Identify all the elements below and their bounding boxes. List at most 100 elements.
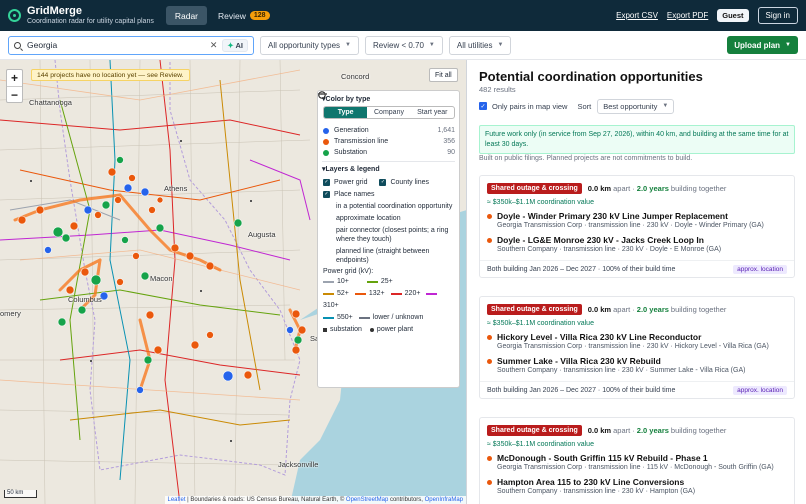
app-subtitle: Coordination radar for utility capital p… (27, 18, 154, 25)
tab-review[interactable]: Review 128 (209, 6, 279, 25)
transmission-dot (487, 213, 492, 219)
map-legend: ▾Color by type Type Company Start year G… (317, 90, 460, 388)
distance: 0.0 km (587, 305, 612, 314)
project-item[interactable]: Hickory Level - Villa Rica 230 kV Line R… (487, 332, 787, 351)
kv-legend: 52+ 132+ 220+ 310+ (323, 288, 455, 312)
layer-toggles: ✓ Power grid ✓ County lines (323, 176, 455, 188)
city-label: Augusta (248, 230, 276, 239)
layers-heading[interactable]: ▾Layers & legend (322, 165, 455, 173)
coordination-value: ≈ $350k–$1.1M coordination value (487, 441, 594, 448)
openinframap-link[interactable]: OpenInfraMap (425, 497, 463, 503)
kv-swatch (354, 293, 366, 295)
city-label: omery (0, 309, 21, 318)
symbol-legend: substation power plant (323, 324, 455, 336)
project-item[interactable]: Hampton Area 115 to 230 kV Line Conversi… (487, 477, 787, 496)
disclaimer: Built on public filings. Planned project… (479, 155, 693, 162)
chevron-down-icon: ▼ (345, 42, 351, 48)
project-meta: Southern Company · transmission line · 2… (497, 246, 722, 253)
approx-location-badge: approx. location (733, 264, 787, 274)
sort-select[interactable]: Best opportunity ▼ (597, 98, 675, 114)
ai-button[interactable]: ✦ AI (222, 38, 248, 52)
overlap-years: 2.0 years (636, 305, 669, 314)
sign-in-button[interactable]: Sign in (757, 7, 798, 24)
substation-square-icon (323, 328, 327, 332)
upload-plan-button[interactable]: Upload plan ▼ (727, 36, 798, 54)
panel-options: ✓ Only pairs in map view Sort Best oppor… (479, 98, 799, 114)
city-label: Concord (341, 72, 370, 81)
transmission-dot (323, 138, 329, 145)
chevron-down-icon: ▼ (662, 103, 669, 109)
power-grid-checkbox[interactable]: ✓ (323, 178, 330, 186)
city-label: Athens (164, 184, 188, 193)
legend-transmission: Transmission line 356 (323, 136, 455, 147)
color-by-start-year[interactable]: Start year (411, 107, 454, 118)
opportunity-card[interactable]: Shared outage & crossing 0.0 km apart · 2.0… (479, 417, 795, 504)
project-meta: Georgia Transmission Corp · transmission… (497, 343, 769, 350)
transmission-dot (487, 334, 492, 340)
opportunity-tag: Shared outage & crossing (487, 183, 582, 194)
transmission-dot (487, 237, 492, 243)
no-location-notice[interactable]: 144 projects have no location yet — see … (31, 69, 190, 81)
clear-icon[interactable]: ✕ (210, 40, 218, 51)
substation-dot (323, 149, 329, 156)
project-item[interactable]: Doyle - Winder Primary 230 kV Line Jumpe… (487, 211, 787, 230)
map-view[interactable]: + − 144 projects have no location yet — … (0, 60, 467, 504)
utility-select[interactable]: All utilities ▼ (448, 35, 512, 55)
transmission-dot (487, 479, 492, 485)
project-title: Hampton Area 115 to 230 kV Line Conversi… (497, 477, 685, 487)
power-grid-label: Power grid (334, 178, 368, 186)
kv-swatch (366, 281, 378, 283)
project-item[interactable]: McDonough - South Griffin 115 kV Rebuild… (487, 453, 787, 472)
review-filter-value: Review < 0.70 (373, 40, 424, 50)
color-by-type[interactable]: Type (324, 107, 368, 118)
zoom-out-button[interactable]: − (7, 86, 22, 102)
chevron-down-icon: ▼ (428, 42, 435, 48)
city-label: Chattanooga (29, 98, 72, 107)
opportunity-card[interactable]: Shared outage & crossing 0.0 km apart · 2.0… (479, 296, 795, 399)
generation-dot (323, 127, 329, 134)
app-title: GridMerge (27, 5, 83, 17)
logo-icon (8, 9, 21, 22)
opportunity-tag: Shared outage & crossing (487, 425, 582, 436)
results-count: 482 results (479, 85, 516, 94)
kv-swatch (358, 317, 370, 319)
leaflet-link[interactable]: Leaflet (168, 497, 186, 503)
guest-badge: Guest (717, 9, 749, 22)
project-meta: Southern Company · transmission line · 2… (497, 367, 746, 374)
coordination-value: ≈ $350k–$1.1M coordination value (487, 320, 594, 327)
panel-title: Potential coordination opportunities (479, 69, 703, 84)
project-item[interactable]: Doyle - LG&E Monroe 230 kV - Jacks Creek… (487, 235, 787, 254)
transmission-dot (487, 358, 492, 364)
opportunity-card[interactable]: Shared outage & crossing 0.0 km apart · 2.0… (479, 175, 795, 278)
project-item[interactable]: Summer Lake - Villa Rica 230 kV Rebuild S… (487, 356, 787, 375)
approx-location-badge: approx. location (733, 385, 787, 395)
kv-swatch (323, 293, 334, 295)
city-label: Jacksonville (278, 460, 319, 469)
legend-generation: Generation 1,641 (323, 125, 455, 136)
chevron-down-icon: ▼ (497, 42, 504, 48)
fit-all-button[interactable]: Fit all (429, 68, 458, 82)
color-by-company[interactable]: Company (367, 107, 410, 118)
color-by-heading[interactable]: ▾Color by type (322, 95, 455, 103)
opportunity-type-select[interactable]: All opportunity types ▼ (260, 35, 359, 55)
map-scale: 50 km (4, 490, 37, 498)
review-filter-select[interactable]: Review < 0.70 ▼ (365, 35, 443, 55)
export-pdf-link[interactable]: Export PDF (667, 11, 708, 20)
search-input[interactable]: Georgia ✕ ✦ AI (8, 35, 254, 55)
filter-notice: Future work only (in service from Sep 27… (479, 125, 795, 154)
place-names-checkbox[interactable]: ✓ (323, 190, 330, 198)
legend-item: pair connector (closest points; a ring w… (318, 93, 449, 243)
county-lines-checkbox[interactable]: ✓ (379, 178, 387, 186)
legend-item: in a potential coordination opportunity (318, 91, 455, 211)
tab-review-label: Review (218, 10, 246, 21)
opportunity-type-value: All opportunity types (268, 40, 341, 50)
sort-label: Sort (577, 101, 592, 111)
osm-link[interactable]: OpenStreetMap (346, 497, 388, 503)
utility-value: All utilities (456, 40, 493, 50)
only-pairs-checkbox[interactable]: ✓ (479, 102, 487, 110)
zoom-in-button[interactable]: + (7, 70, 22, 86)
tab-radar[interactable]: Radar (165, 6, 208, 25)
search-value[interactable]: Georgia (27, 40, 210, 50)
export-csv-link[interactable]: Export CSV (616, 11, 658, 20)
city-label: Columbus (68, 295, 102, 304)
